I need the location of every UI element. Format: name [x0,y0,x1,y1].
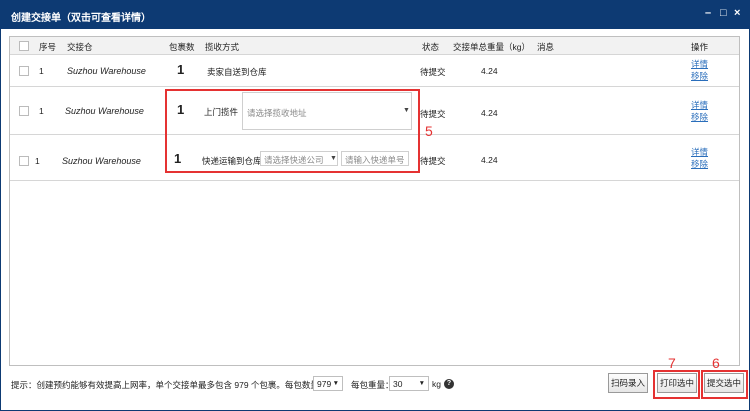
chevron-down-icon: ▼ [418,380,425,387]
header-message: 消息 [537,42,555,52]
header-status: 状态 [422,42,440,52]
row-warehouse: Suzhou Warehouse [67,66,146,76]
scan-entry-button[interactable]: 扫码录入 [608,373,648,393]
row-index: 1 [39,66,44,76]
row-index: 1 [39,106,44,116]
row-status: 待提交 [420,109,446,119]
row-pickup-method: 卖家自送到仓库 [207,67,267,77]
annotation-marker-5: 5 [425,123,433,139]
header-action: 操作 [691,42,709,52]
header-warehouse: 交接仓 [67,42,93,52]
maximize-icon[interactable]: □ [720,7,727,19]
row-warehouse: Suzhou Warehouse [65,106,144,116]
row-status: 待提交 [420,156,446,166]
close-icon[interactable]: × [734,7,740,19]
row-checkbox[interactable] [19,156,29,166]
header-total-weight: 交接单总重量（kg） [453,42,530,52]
detail-link[interactable]: 详情 [691,58,708,70]
minimize-icon[interactable]: – [705,7,711,19]
row-weight: 4.24 [481,66,498,76]
per-package-count-select[interactable]: 979 ▼ [313,376,343,391]
weight-unit: kg [432,379,441,389]
annotation-box-print [653,370,700,399]
row-weight: 4.24 [481,155,498,165]
row-checkbox[interactable] [19,66,29,76]
remove-link[interactable]: 移除 [691,158,708,170]
annotation-box-submit [701,370,748,399]
annotation-box-pickup [165,89,420,173]
row-status: 待提交 [420,67,446,77]
header-pickup-method: 揽收方式 [205,42,240,52]
per-package-count-value: 979 [317,379,332,389]
per-package-weight-select[interactable]: 30 ▼ [389,376,429,391]
row-checkbox[interactable] [19,106,29,116]
footer-bar: 提示：创建预约能够有效提高上网率，单个交接单最多包含 979 个包裹。每包数量：… [1,369,749,411]
remove-link[interactable]: 移除 [691,70,708,82]
row-package-count: 1 [177,62,185,77]
table-row[interactable]: 1 Suzhou Warehouse 1 卖家自送到仓库 待提交 4.24 详情… [10,55,739,87]
remove-link[interactable]: 移除 [691,111,708,123]
per-package-weight-value: 30 [393,379,403,389]
row-index: 1 [35,156,40,166]
detail-link[interactable]: 详情 [691,99,708,111]
select-all-checkbox[interactable] [19,41,29,51]
help-icon[interactable]: ? [444,379,454,389]
chevron-down-icon: ▼ [332,380,339,387]
create-handover-dialog: 创建交接单（双击可查看详情） – □ × 序号 交接仓 包裹数 揽收方式 状态 … [0,0,750,411]
annotation-marker-6: 6 [712,355,720,371]
annotation-marker-7: 7 [668,355,676,371]
footer-tip: 提示：创建预约能够有效提高上网率，单个交接单最多包含 979 个包裹。每包数量： [11,380,328,390]
detail-link[interactable]: 详情 [691,146,708,158]
row-warehouse: Suzhou Warehouse [62,156,141,166]
header-package-count: 包裹数 [169,42,195,52]
weight-label: 每包重量： [351,380,394,390]
dialog-title: 创建交接单（双击可查看详情） [11,13,151,24]
table-header: 序号 交接仓 包裹数 揽收方式 状态 交接单总重量（kg） 消息 操作 [10,37,739,55]
handover-table: 序号 交接仓 包裹数 揽收方式 状态 交接单总重量（kg） 消息 操作 1 Su… [9,36,740,366]
row-weight: 4.24 [481,108,498,118]
title-bar[interactable]: 创建交接单（双击可查看详情） – □ × [1,1,749,29]
header-index: 序号 [39,42,57,52]
